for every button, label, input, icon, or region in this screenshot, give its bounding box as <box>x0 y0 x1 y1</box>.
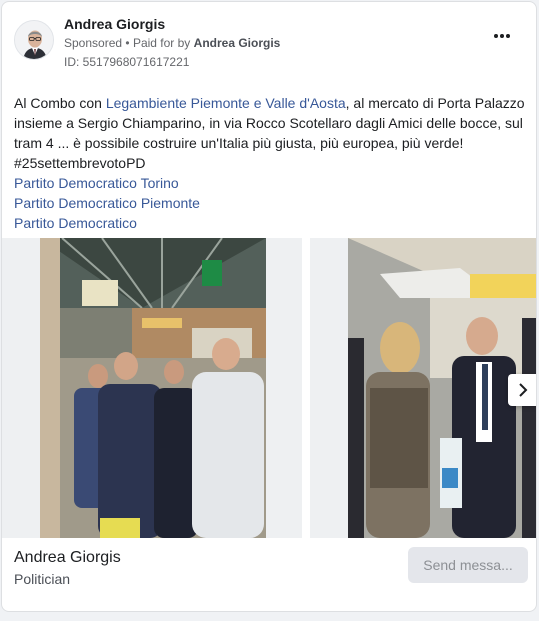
more-horizontal-icon <box>506 34 510 38</box>
ad-card: Andrea Giorgis Sponsored • Paid for by A… <box>1 1 537 612</box>
link-pd[interactable]: Partito Democratico <box>14 213 526 233</box>
link-pd-torino[interactable]: Partito Democratico Torino <box>14 173 526 193</box>
image-carousel <box>2 238 536 538</box>
chevron-right-icon <box>519 383 528 397</box>
sponsored-line: Sponsored • Paid for by Andrea Giorgis <box>64 36 280 50</box>
carousel-next-button[interactable] <box>508 374 536 406</box>
send-message-button[interactable]: Send messa... <box>408 547 528 583</box>
sponsored-label: Sponsored <box>64 36 123 50</box>
ad-library-id: ID: 5517968071617221 <box>64 55 190 69</box>
separator-dot: • <box>125 36 130 50</box>
more-options-button[interactable] <box>494 28 518 44</box>
carousel-slide[interactable] <box>2 238 302 538</box>
paid-for-by-name: Andrea Giorgis <box>193 36 281 50</box>
profile-photo-icon <box>15 21 53 59</box>
ad-body-text: Al Combo con Legambiente Piemonte e Vall… <box>14 93 526 233</box>
carousel-slide[interactable] <box>310 238 536 538</box>
advertiser-name[interactable]: Andrea Giorgis <box>64 16 165 32</box>
street-market-photo <box>310 238 536 538</box>
paid-for-prefix: Paid for by <box>132 36 191 50</box>
footer-page-category: Politician <box>14 571 71 587</box>
more-horizontal-icon <box>494 34 498 38</box>
more-horizontal-icon <box>500 34 504 38</box>
advertiser-avatar[interactable] <box>14 20 54 60</box>
link-legambiente[interactable]: Legambiente Piemonte e Valle d'Aosta <box>106 95 346 111</box>
market-hall-photo <box>2 238 302 538</box>
footer-page-name[interactable]: Andrea Giorgis <box>14 549 121 567</box>
body-intro: Al Combo con <box>14 95 106 111</box>
link-pd-piemonte[interactable]: Partito Democratico Piemonte <box>14 193 526 213</box>
hashtag: #25settembrevotoPD <box>14 155 146 171</box>
